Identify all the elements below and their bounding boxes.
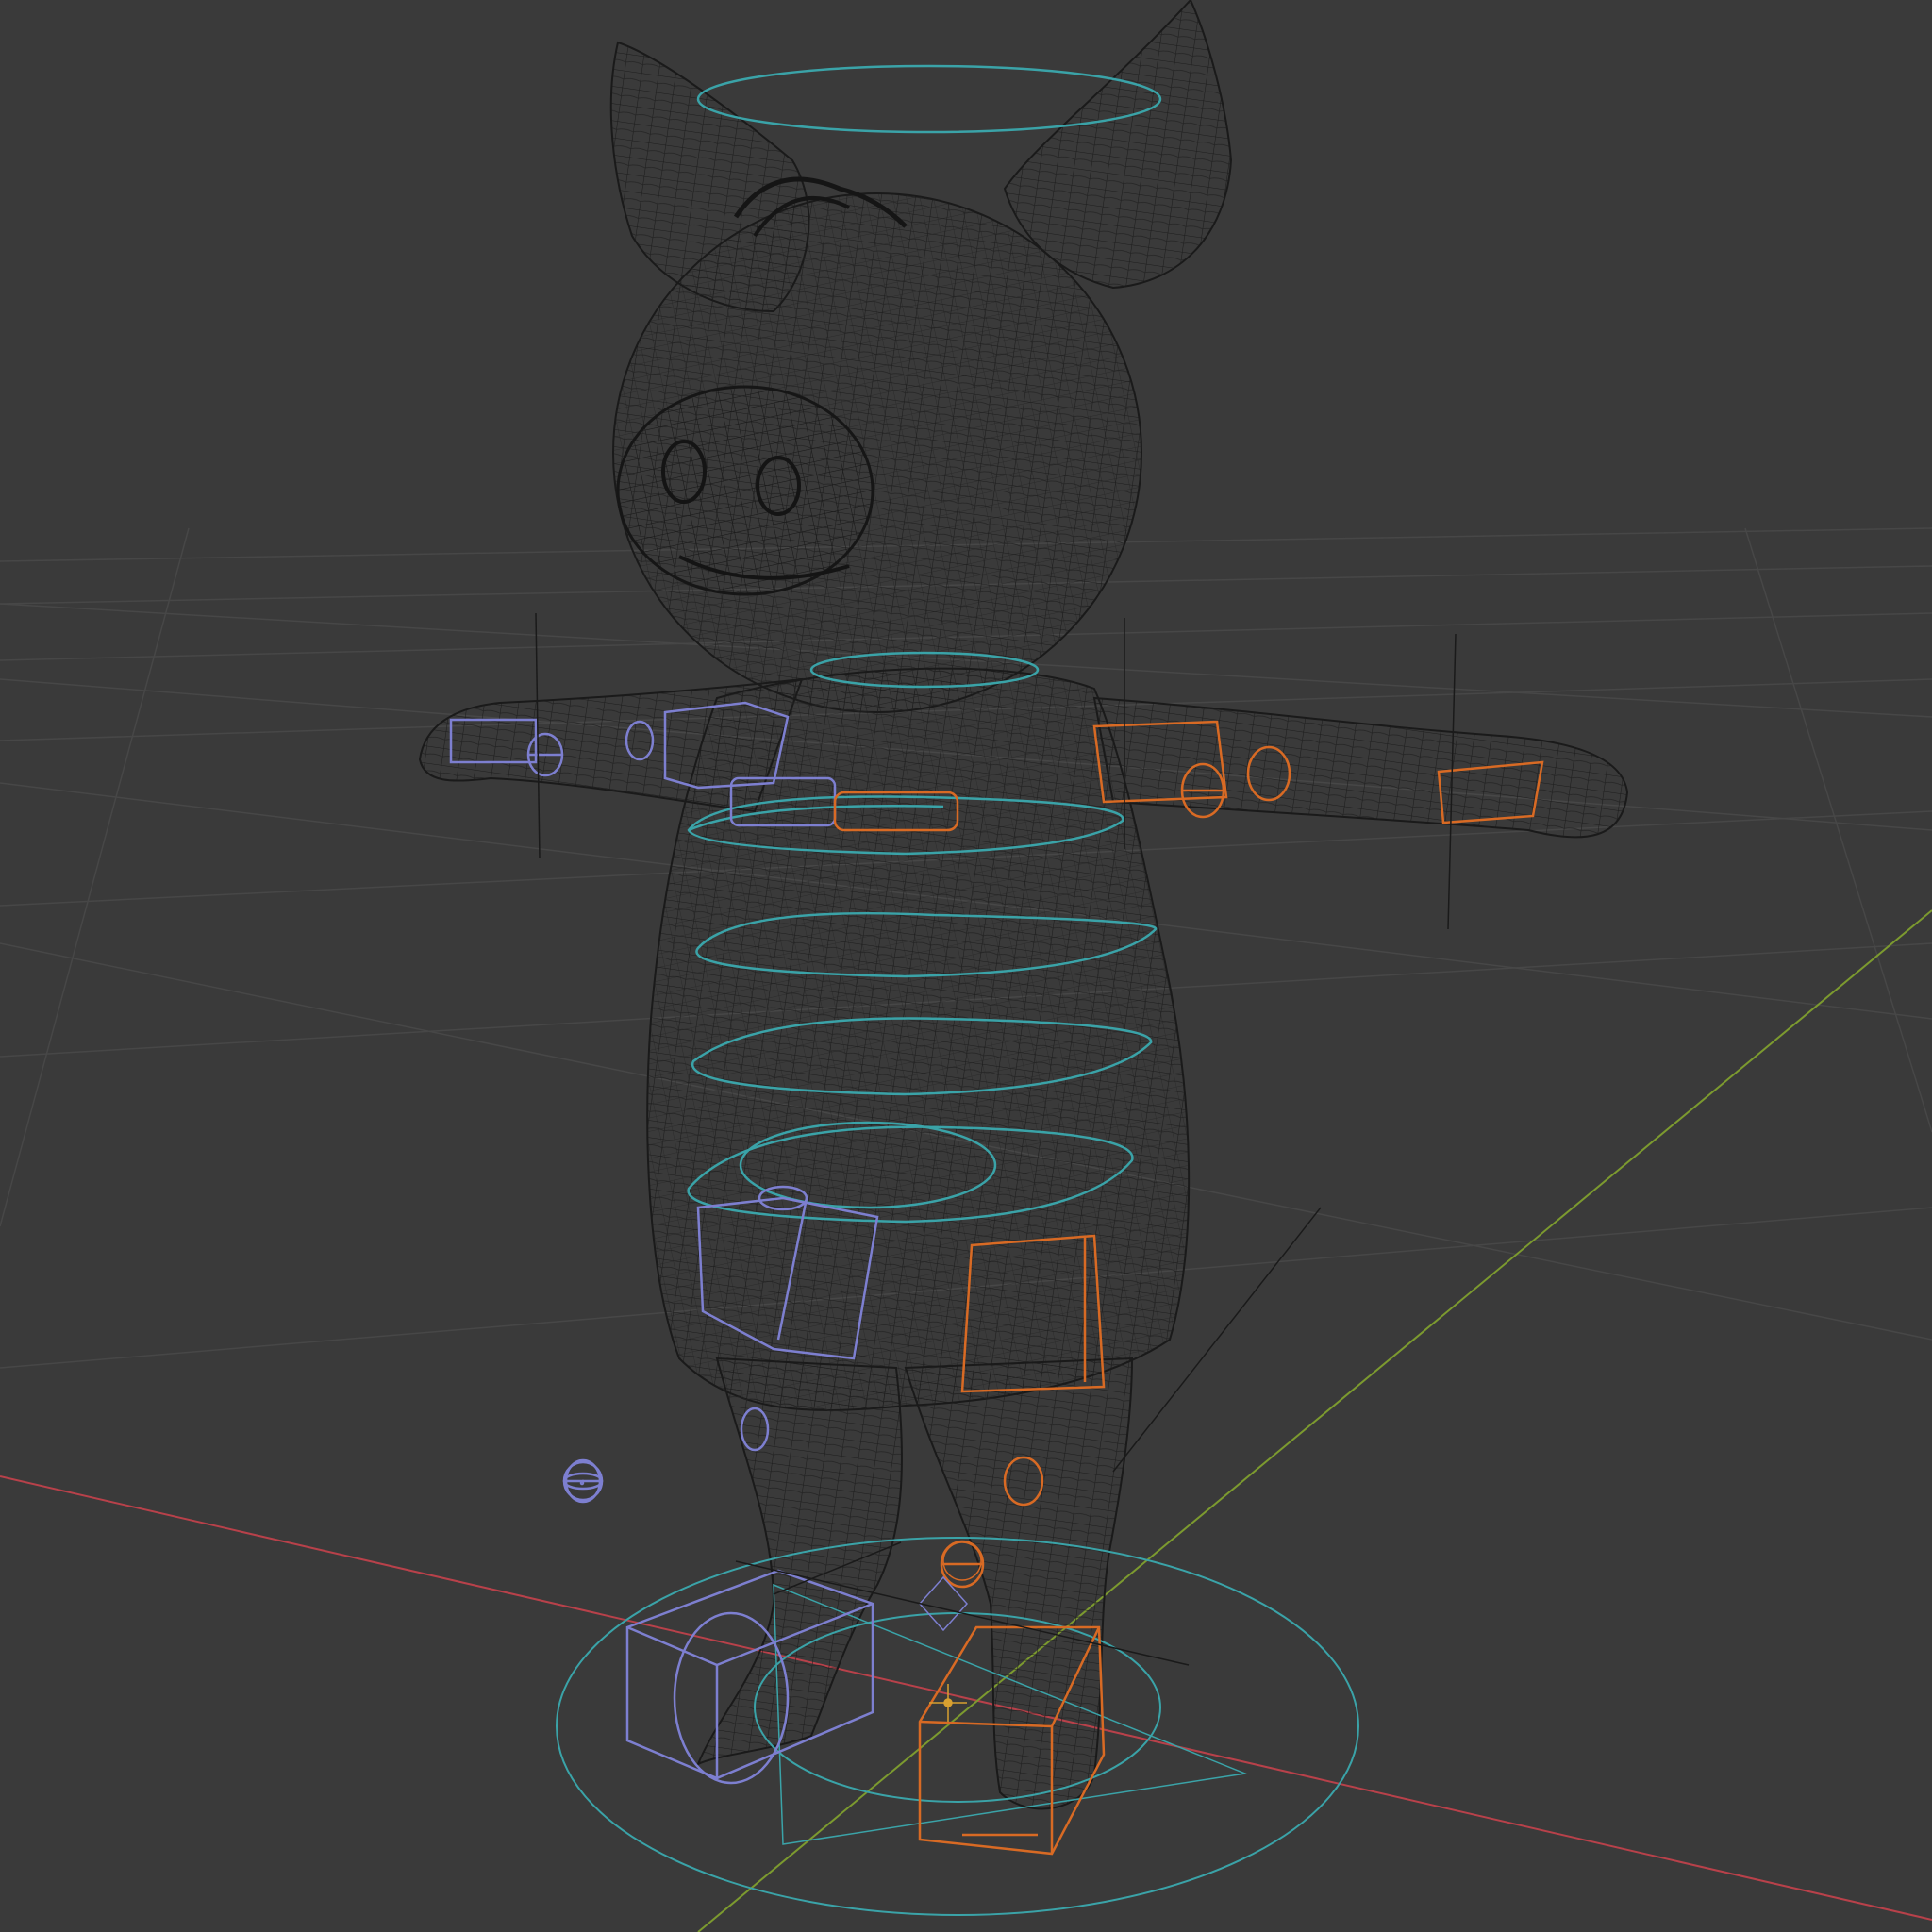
snout <box>616 385 874 596</box>
left-pole-target-control[interactable] <box>579 1479 585 1486</box>
3d-viewport[interactable] <box>0 0 1932 1932</box>
viewport-canvas[interactable] <box>0 0 1932 1932</box>
